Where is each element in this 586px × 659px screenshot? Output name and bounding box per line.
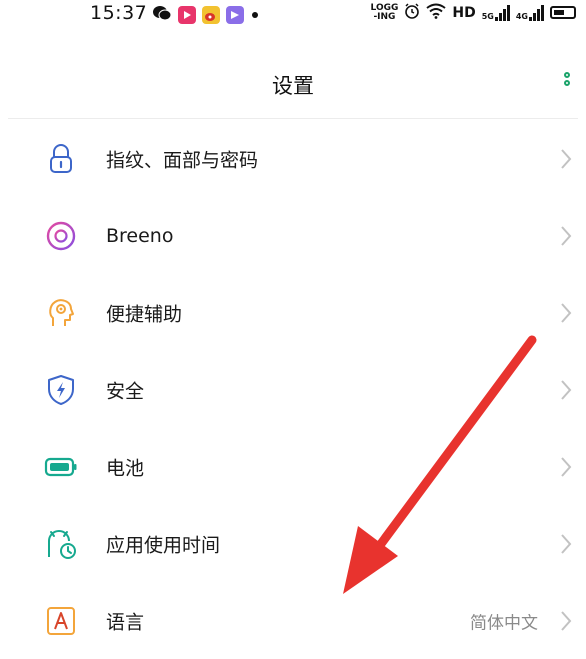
notification-dot-icon — [252, 12, 258, 18]
chevron-right-icon — [558, 532, 574, 556]
wifi-icon — [426, 3, 446, 22]
lock-icon — [44, 142, 78, 176]
settings-item-assist[interactable]: 便捷辅助 — [0, 274, 586, 351]
logging-icon: LOGG -ING — [370, 2, 399, 22]
settings-item-label: 电池 — [106, 457, 145, 479]
app-icon — [226, 6, 244, 24]
chevron-right-icon — [558, 455, 574, 479]
settings-item-fingerprint[interactable]: 指纹、面部与密码 — [0, 120, 586, 197]
alarm-icon — [404, 3, 420, 22]
settings-item-language[interactable]: 语言 简体中文 — [0, 582, 586, 659]
status-bar: 15:37 LOGG -ING HD 5G 4G — [0, 0, 586, 28]
settings-item-app-usage[interactable]: 应用使用时间 — [0, 505, 586, 582]
signal-4g-icon: 4G — [516, 4, 544, 21]
header: 设置 — [0, 60, 586, 110]
video-app-icon — [178, 6, 196, 24]
settings-item-label: 便捷辅助 — [106, 303, 183, 325]
language-a-icon — [44, 604, 78, 638]
shield-bolt-icon — [44, 373, 78, 407]
more-options-icon[interactable] — [562, 72, 572, 100]
assist-head-icon — [44, 296, 78, 330]
signal-5g-icon: 5G — [482, 4, 510, 21]
settings-item-label: 安全 — [106, 380, 145, 402]
page-title: 设置 — [272, 74, 314, 98]
chevron-right-icon — [558, 224, 574, 248]
chevron-right-icon — [558, 147, 574, 171]
weibo-icon — [202, 6, 220, 24]
chevron-right-icon — [558, 609, 574, 633]
breeno-icon — [44, 219, 78, 253]
settings-item-label: Breeno — [106, 224, 174, 247]
language-value: 简体中文 — [470, 613, 538, 633]
notification-icons — [152, 4, 258, 26]
wechat-icon — [152, 4, 172, 26]
chevron-right-icon — [558, 301, 574, 325]
system-icons: LOGG -ING HD 5G 4G — [371, 3, 576, 22]
app-usage-time-icon — [44, 527, 78, 561]
settings-item-security[interactable]: 安全 — [0, 351, 586, 428]
settings-item-breeno[interactable]: Breeno — [0, 197, 586, 274]
settings-item-label: 指纹、面部与密码 — [106, 149, 259, 171]
settings-item-battery[interactable]: 电池 — [0, 428, 586, 505]
header-divider — [8, 118, 578, 119]
settings-item-label: 应用使用时间 — [106, 534, 221, 556]
hd-icon: HD — [452, 4, 476, 21]
battery-setting-icon — [44, 450, 78, 484]
battery-icon — [550, 6, 576, 19]
settings-list: 指纹、面部与密码 Breeno 便捷辅助 安全 电池 应用使用时间 语言 简体中… — [0, 120, 586, 659]
settings-item-label: 语言 — [106, 611, 145, 633]
status-time: 15:37 — [90, 2, 148, 24]
chevron-right-icon — [558, 378, 574, 402]
